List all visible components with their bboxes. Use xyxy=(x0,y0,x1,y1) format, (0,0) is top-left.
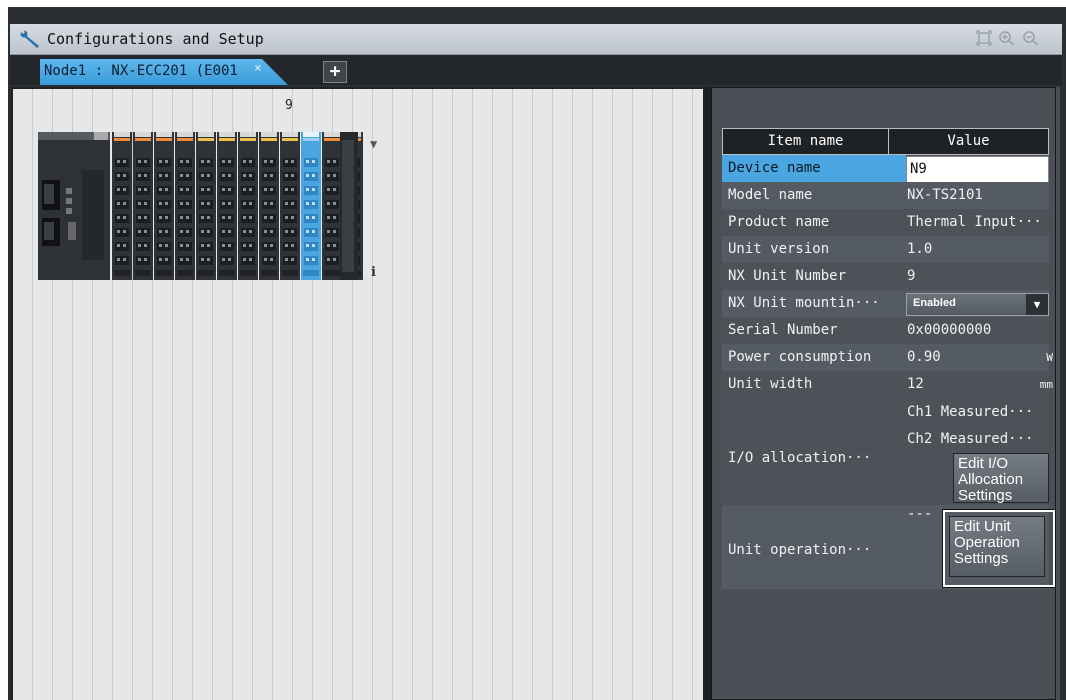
row-label: I/O allocation··· xyxy=(728,450,872,466)
row-unit-version[interactable]: Unit version 1.0 xyxy=(722,236,1049,263)
row-label: Product name xyxy=(728,214,830,230)
row-value: 12 xyxy=(907,376,924,392)
window-frame: Configurations and Setup Node1 : NX-ECC2… xyxy=(8,7,1066,700)
row-model-name[interactable]: Model name NX-TS2101 xyxy=(722,182,1049,209)
mounting-setting-select[interactable]: Enabled ▼ xyxy=(906,293,1049,316)
zoom-out-icon[interactable] xyxy=(1022,30,1040,46)
row-label: Unit version xyxy=(728,241,830,257)
io-value-ch1: Ch1 Measured··· xyxy=(907,404,1034,420)
row-unit-operation: Unit operation··· --- Edit Unit Operatio… xyxy=(722,505,1056,589)
value-header: Value xyxy=(947,133,990,149)
row-serial-number[interactable]: Serial Number 0x00000000 xyxy=(722,317,1049,344)
info-icon[interactable]: i xyxy=(371,265,376,280)
device-name-input[interactable]: N9 xyxy=(906,156,1049,183)
row-product-name[interactable]: Product name Thermal Input··· xyxy=(722,209,1049,236)
row-label: Unit operation··· xyxy=(728,542,872,558)
add-tab-button[interactable]: + xyxy=(323,61,347,83)
row-unit: mm xyxy=(1039,378,1053,391)
row-label: Power consumption xyxy=(728,349,872,365)
tab-node1[interactable]: Node1 : NX-ECC201 (E001 × xyxy=(40,59,288,85)
row-label: Unit width xyxy=(728,376,813,392)
table-header: Item name Value xyxy=(722,128,1049,155)
row-nx-unit-mounting[interactable]: NX Unit mountin··· Enabled ▼ xyxy=(722,290,1049,317)
tab-label: Node1 : NX-ECC201 (E001 xyxy=(44,63,238,79)
row-value: 0.90 xyxy=(907,349,941,365)
configuration-canvas[interactable]: 9 ▼ i xyxy=(11,87,705,700)
row-value: --- xyxy=(907,506,933,522)
select-value: Enabled xyxy=(913,297,956,309)
row-power-consumption[interactable]: Power consumption 0.90 W xyxy=(722,344,1053,371)
item-name-header: Item name xyxy=(723,129,889,154)
nx-unit-rack[interactable] xyxy=(38,130,368,282)
fit-view-icon[interactable] xyxy=(976,30,992,46)
row-io-allocation: I/O allocation··· Ch1 Measured··· Ch2 Me… xyxy=(722,398,1049,505)
row-value: 0x00000000 xyxy=(907,322,992,338)
row-label: Serial Number xyxy=(728,322,838,338)
row-nx-unit-number[interactable]: NX Unit Number 9 xyxy=(722,263,1049,290)
wrench-icon xyxy=(20,30,39,48)
window-title: Configurations and Setup xyxy=(47,30,264,48)
edit-unit-operation-button[interactable]: Edit Unit Operation Settings xyxy=(949,516,1045,577)
chevron-down-icon[interactable]: ▼ xyxy=(1026,294,1048,315)
zoom-in-icon[interactable] xyxy=(998,30,1016,46)
row-unit-width[interactable]: Unit width 12 mm xyxy=(722,371,1053,398)
row-label: Model name xyxy=(728,187,813,203)
row-device-name[interactable]: Device name N9 xyxy=(722,155,1049,183)
edit-io-allocation-button[interactable]: Edit I/O Allocation Settings xyxy=(953,453,1049,504)
row-unit: W xyxy=(1046,351,1053,364)
title-bar: Configurations and Setup xyxy=(10,24,1062,55)
properties-panel: Item name Value Device name N9 Model nam… xyxy=(711,87,1060,700)
tab-close-icon[interactable]: × xyxy=(254,61,262,76)
row-value: Thermal Input··· xyxy=(907,214,1042,230)
slot-number-label: 9 xyxy=(285,98,293,113)
row-value: 9 xyxy=(907,268,916,284)
row-label: NX Unit mountin··· xyxy=(728,295,880,311)
tab-strip: Node1 : NX-ECC201 (E001 × + xyxy=(10,55,1062,85)
row-value: 1.0 xyxy=(907,241,933,257)
properties-table: Item name Value Device name N9 Model nam… xyxy=(722,128,1056,589)
row-label: Device name xyxy=(728,160,821,176)
row-value: NX-TS2101 xyxy=(907,187,983,203)
io-value-ch2: Ch2 Measured··· xyxy=(907,431,1034,447)
rack-scroll-down-icon[interactable]: ▼ xyxy=(370,137,377,151)
row-label: NX Unit Number xyxy=(728,268,847,284)
